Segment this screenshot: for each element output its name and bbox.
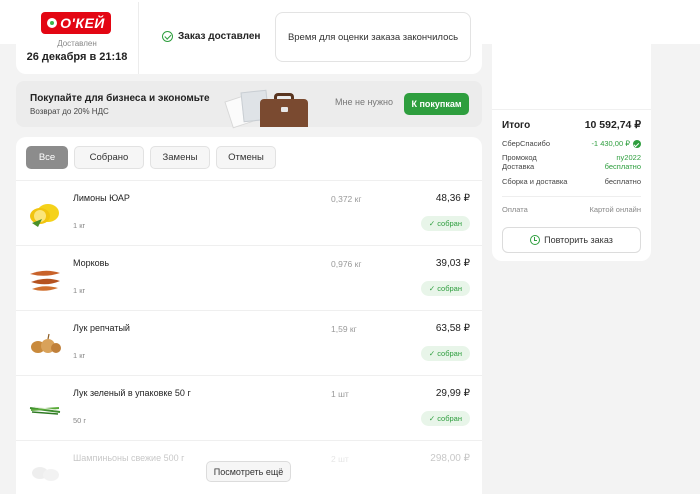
total-value: 10 592,74 ₽	[584, 119, 641, 131]
sber-label: СберСпасибо	[502, 139, 551, 148]
delivery-label: Доставка	[502, 162, 535, 171]
sber-value: -1 430,00 ₽	[591, 139, 630, 148]
repeat-order-label: Повторить заказ	[544, 235, 613, 245]
list-item[interactable]: Лук репчатый 1 кг 1,59 кг 63,58 ₽ ✓ собр…	[16, 311, 482, 376]
list-item[interactable]: Лук зеленый в упаковке 50 г 50 г 1 шт 29…	[16, 376, 482, 441]
total-row: Итого 10 592,74 ₽	[502, 119, 641, 131]
tab-cancellations[interactable]: Отмены	[216, 146, 276, 169]
item-unit: 1 кг	[73, 221, 86, 230]
banner-title: Покупайте для бизнеса и экономьте	[30, 93, 210, 104]
list-item[interactable]: Морковь 1 кг 0,976 кг 39,03 ₽ ✓ собран	[16, 246, 482, 311]
delivered-date: 26 декабря в 21:18	[26, 51, 128, 63]
order-status-text: Заказ доставлен	[178, 31, 261, 42]
item-price: 63,58 ₽	[435, 323, 470, 334]
status-badge: ✓ собран	[420, 281, 470, 296]
item-name: Лимоны ЮАР	[73, 193, 130, 203]
item-name: Морковь	[73, 258, 110, 268]
item-unit: 1 кг	[73, 286, 86, 295]
onion-icon	[31, 333, 61, 353]
order-summary-card: Итого 10 592,74 ₽ СберСпасибо -1 430,00 …	[492, 2, 651, 261]
status-badge: ✓ собран	[420, 216, 470, 231]
item-price: 298,00 ₽	[430, 453, 470, 464]
sber-value-wrap: -1 430,00 ₽	[591, 139, 641, 149]
sber-icon	[633, 140, 641, 149]
tab-collected[interactable]: Собрано	[74, 146, 144, 169]
tab-replacements[interactable]: Замены	[150, 146, 210, 169]
assembly-label: Сборка и доставка	[502, 177, 568, 186]
item-name: Шампиньоны свежие 500 г	[73, 453, 185, 463]
check-circle-icon	[162, 31, 173, 42]
item-unit: 1 кг	[73, 351, 86, 360]
repeat-order-button[interactable]: Повторить заказ	[502, 227, 641, 253]
carrot-icon	[30, 270, 60, 291]
decline-link[interactable]: Мне не нужно	[335, 97, 393, 107]
item-price: 29,99 ₽	[435, 388, 470, 399]
item-unit: 50 г	[73, 416, 87, 425]
lemon-icon	[30, 204, 59, 227]
list-item[interactable]: Лимоны ЮАР 1 кг 0,372 кг 48,36 ₽ ✓ собра…	[16, 181, 482, 246]
total-label: Итого	[502, 119, 531, 131]
rating-expired-text: Время для оценки заказа закончилось	[287, 31, 459, 43]
banner-subtitle: Возврат до 20% НДС	[30, 107, 109, 116]
store-logo-text: О'КЕЙ	[60, 15, 105, 31]
show-more-button[interactable]: Посмотреть ещё	[206, 461, 291, 482]
promo-value: ny2022	[616, 153, 641, 162]
sber-row: СберСпасибо -1 430,00 ₽	[502, 139, 641, 149]
item-quantity: 1,59 кг	[331, 324, 357, 334]
item-price: 48,36 ₽	[435, 193, 470, 204]
divider	[492, 109, 651, 110]
status-badge: ✓ собран	[420, 346, 470, 361]
rating-box: Время для оценки заказа закончилось	[275, 12, 471, 62]
assembly-value: бесплатно	[604, 177, 641, 186]
green-onion-icon	[29, 406, 61, 415]
delivery-row: Доставка бесплатно	[502, 162, 641, 171]
status-badge: ✓ собран	[420, 411, 470, 426]
order-items-card: Все Собрано Замены Отмены Лимоны ЮАР 1 к…	[16, 137, 482, 494]
divider	[502, 196, 641, 197]
item-quantity: 2 шт	[331, 454, 349, 464]
store-logo[interactable]: О'КЕЙ	[41, 12, 111, 34]
item-name: Лук зеленый в упаковке 50 г	[73, 388, 191, 398]
order-header-card: О'КЕЙ Доставлен 26 декабря в 21:18 Заказ…	[16, 2, 482, 74]
payment-value: Картой онлайн	[589, 205, 641, 214]
filter-tabs: Все Собрано Замены Отмены	[26, 146, 282, 169]
delivery-value: бесплатно	[604, 162, 641, 171]
divider	[138, 2, 139, 74]
briefcase-clasp	[281, 107, 288, 112]
assembly-row: Сборка и доставка бесплатно	[502, 177, 641, 186]
tab-all[interactable]: Все	[26, 146, 68, 169]
delivered-label: Доставлен	[57, 39, 97, 48]
briefcase-icon	[260, 99, 308, 127]
item-name: Лук репчатый	[73, 323, 130, 333]
promo-row: Промокод ny2022	[502, 153, 641, 162]
item-quantity: 1 шт	[331, 389, 349, 399]
item-quantity: 0,372 кг	[331, 194, 362, 204]
payment-row: Оплата Картой онлайн	[502, 205, 641, 214]
item-price: 39,03 ₽	[435, 258, 470, 269]
business-banner: Покупайте для бизнеса и экономьте Возвра…	[16, 81, 482, 129]
shop-button[interactable]: К покупкам	[404, 93, 469, 115]
okey-logo-icon	[47, 18, 58, 28]
order-status: Заказ доставлен	[162, 31, 260, 42]
item-quantity: 0,976 кг	[331, 259, 362, 269]
promo-label: Промокод	[502, 153, 537, 162]
mushroom-icon	[32, 467, 59, 481]
clock-repeat-icon	[530, 235, 541, 245]
payment-label: Оплата	[502, 205, 528, 214]
